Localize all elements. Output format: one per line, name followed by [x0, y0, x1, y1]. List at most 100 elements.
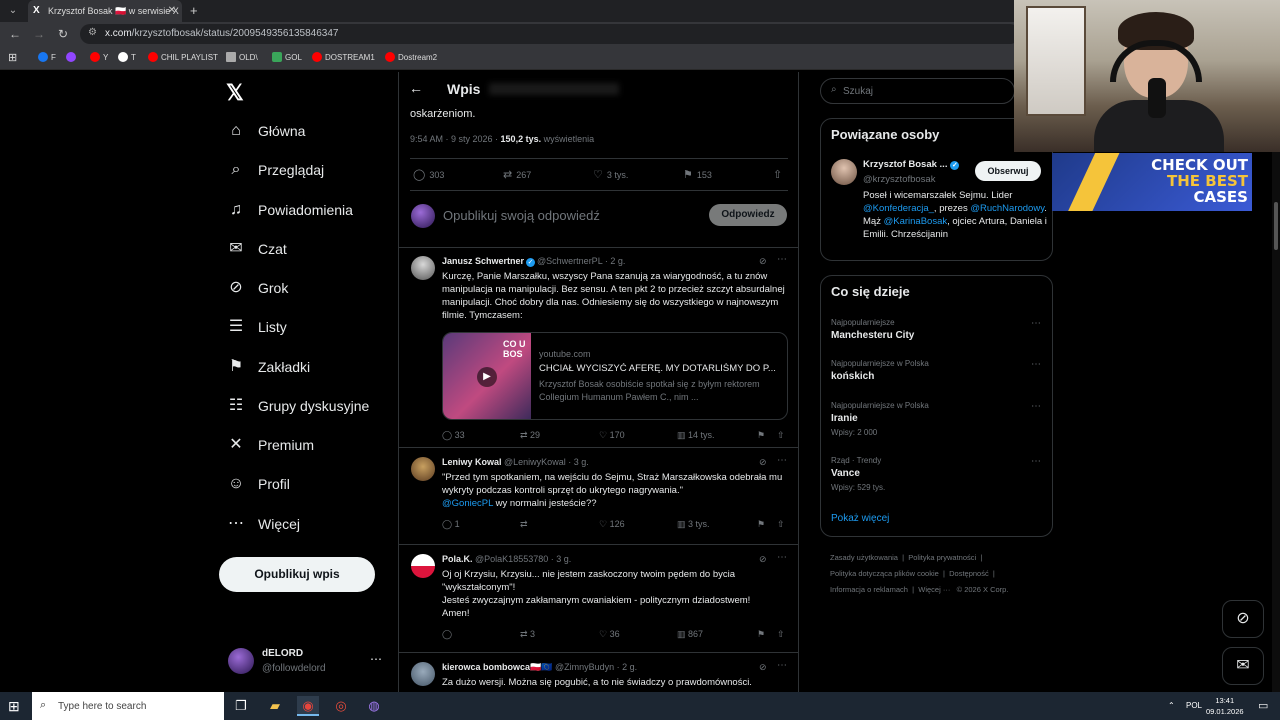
close-tab-icon[interactable]: ✕ — [168, 0, 176, 22]
mention-link[interactable]: @KarinaBosak — [884, 216, 948, 227]
more-icon[interactable]: ⋯ — [370, 652, 382, 666]
app-icon[interactable]: ◍ — [363, 696, 385, 716]
more-icon[interactable]: ⋯ — [1031, 318, 1041, 329]
like-action[interactable]: ♡ 3 tys. — [593, 168, 628, 181]
reply-button[interactable]: Odpowiedz — [709, 204, 787, 226]
browser-tab[interactable]: X Krzysztof Bosak 🇵🇱 w serwisie X ✕ — [28, 0, 182, 22]
trend-item[interactable]: Najpopularniejsze w Polska Iranie Wpisy: 2… — [831, 401, 1046, 437]
reload-icon[interactable]: ↻ — [54, 25, 72, 43]
grok-icon[interactable]: ⊘ — [759, 457, 767, 468]
share-icon[interactable]: ⇧ — [777, 430, 785, 441]
repost-action[interactable]: ⇄ 267 — [503, 168, 531, 181]
account-switcher[interactable]: dELORD @followdelord ⋯ — [226, 646, 386, 680]
reply-composer[interactable]: Opublikuj swoją odpowiedź — [443, 208, 600, 223]
bookmark-gol[interactable]: GOL — [272, 46, 302, 70]
clock[interactable]: 13:41 09.01.2026 — [1206, 695, 1244, 717]
promo-banner[interactable]: CHECK OUT THE BEST CASES — [1052, 153, 1252, 211]
repost-action[interactable]: ⇄ 3 — [520, 629, 535, 640]
back-arrow-icon[interactable]: ← — [409, 80, 423, 96]
reply-action[interactable]: ◯ 33 — [442, 430, 465, 441]
x-logo-icon[interactable]: 𝕏 — [226, 80, 244, 106]
grok-icon[interactable]: ⊘ — [759, 662, 767, 673]
search-box[interactable]: ⌕ — [820, 78, 1015, 104]
forward-icon[interactable]: → — [30, 25, 48, 43]
repost-action[interactable]: ⇄ — [520, 519, 528, 530]
more-icon[interactable]: ⋯ — [777, 660, 787, 671]
reply-action[interactable]: ◯ — [442, 629, 452, 640]
mention-link[interactable]: @RuchNarodowy — [970, 203, 1044, 214]
more-icon[interactable]: ⋯ — [1031, 359, 1041, 370]
more-icon[interactable]: ⋯ — [777, 552, 787, 563]
bookmark-dostream2[interactable]: Dostream2 — [385, 46, 437, 70]
scrollbar[interactable] — [1272, 152, 1280, 692]
trend-item[interactable]: Najpopularniejsze Manchesteru City ⋯ — [831, 318, 1046, 341]
like-action[interactable]: ♡ 170 — [599, 430, 625, 441]
app-icon[interactable]: ◎ — [330, 696, 352, 716]
messages-icon[interactable]: ✉ — [1222, 647, 1264, 685]
tab-search-icon[interactable]: ⌄ — [4, 2, 22, 20]
share-action[interactable]: ⇧ — [773, 168, 786, 181]
nav-item-8[interactable]: ✕ Premium — [226, 431, 314, 459]
bookmark-y[interactable]: Y — [90, 46, 108, 70]
grok-icon[interactable]: ⊘ — [1222, 600, 1264, 638]
post-button[interactable]: Opublikuj wpis — [219, 557, 375, 592]
views-action[interactable]: ▥ 867 — [677, 629, 703, 640]
show-more-link[interactable]: Pokaż więcej — [831, 513, 889, 524]
grok-icon[interactable]: ⊘ — [759, 256, 767, 267]
views-action[interactable]: ▥ 3 tys. — [677, 519, 710, 530]
tray-chevron-icon[interactable]: ⌃ — [1168, 692, 1175, 720]
task-view-icon[interactable]: ❐ — [230, 696, 252, 716]
bookmark-twitch[interactable] — [66, 46, 79, 70]
address-bar[interactable]: ⚙ x.com/krzysztofbosak/status/2009549356… — [80, 24, 1020, 44]
language-indicator[interactable]: POL — [1186, 692, 1202, 720]
bookmark-icon[interactable]: ⚑ — [757, 519, 765, 530]
nav-item-9[interactable]: ☺ Profil — [226, 470, 290, 498]
views-action[interactable]: ▥ 14 tys. — [677, 430, 715, 441]
more-icon[interactable]: ⋯ — [1031, 401, 1041, 412]
nav-item-3[interactable]: ✉ Czat — [226, 235, 287, 263]
notifications-icon[interactable]: ▭ — [1258, 692, 1268, 720]
bookmark-action[interactable]: ⚑ 153 — [683, 168, 712, 181]
windows-start-icon[interactable]: ⊞ — [8, 698, 20, 715]
bookmark-dostream1[interactable]: DOSTREAM1 — [312, 46, 375, 70]
trend-item[interactable]: Najpopularniejsze w Polska końskich ⋯ — [831, 359, 1046, 382]
more-icon[interactable]: ⋯ — [777, 254, 787, 265]
search-input[interactable] — [843, 82, 1003, 100]
nav-item-10[interactable]: ⋯ Więcej — [226, 510, 300, 538]
reply-tweet[interactable]: Janusz Schwertner ✓ @SchwertnerPL · 2 g. ⊘… — [399, 248, 798, 448]
more-icon[interactable]: ⋯ — [777, 455, 787, 466]
bookmark-chil-playlist[interactable]: CHIL PLAYLIST — [148, 46, 218, 70]
like-action[interactable]: ♡ 36 — [599, 629, 620, 640]
avatar[interactable] — [831, 159, 857, 185]
mention-link[interactable]: @GoniecPL — [442, 498, 493, 509]
bookmark-f[interactable]: F — [38, 46, 56, 70]
back-icon[interactable]: ← — [6, 25, 24, 43]
bookmark-icon[interactable]: ⚑ — [757, 430, 765, 441]
reply-tweet[interactable]: Pola.K. @PolaK18553780 · 3 g. ⊘ ⋯ Oj oj … — [399, 546, 798, 653]
repost-action[interactable]: ⇄ 29 — [520, 430, 540, 441]
related-name[interactable]: Krzysztof Bosak ... ✓ — [863, 159, 960, 170]
grok-icon[interactable]: ⊘ — [759, 554, 767, 565]
reply-tweet[interactable]: Leniwy Kowal @LeniwyKowal · 3 g. ⊘ ⋯ "Pr… — [399, 449, 798, 545]
apps-icon[interactable]: ⊞ — [8, 46, 17, 70]
reply-action[interactable]: ◯ 1 — [442, 519, 460, 530]
bookmark-folder-old[interactable]: OLD\ — [226, 46, 258, 70]
link-card[interactable]: CO U BOS ▶ youtube.com CHCIAŁ WYCISZYĆ A… — [442, 332, 788, 420]
bookmark-t[interactable]: T — [118, 46, 136, 70]
nav-item-1[interactable]: ⌕ Przeglądaj — [226, 156, 325, 184]
site-info-icon[interactable]: ⚙ — [88, 27, 97, 38]
nav-item-6[interactable]: ⚑ Zakładki — [226, 353, 310, 381]
bookmark-icon[interactable]: ⚑ — [757, 629, 765, 640]
post-timeline[interactable]: oskarżeniom. 9:54 AM · 9 sty 2026 · 150,… — [398, 72, 799, 692]
taskbar-search-input[interactable] — [58, 697, 218, 715]
mention-link[interactable]: @Konfederacja_ — [863, 203, 934, 214]
taskbar-search[interactable]: ⌕ — [32, 692, 224, 720]
new-tab-icon[interactable]: + — [190, 0, 198, 22]
reply-action[interactable]: ◯ 303 — [413, 168, 444, 181]
more-icon[interactable]: ⋯ — [1031, 456, 1041, 467]
chrome-icon[interactable]: ◉ — [297, 696, 319, 716]
like-action[interactable]: ♡ 126 — [599, 519, 625, 530]
reply-tweet[interactable]: kierowca bombowca🇵🇱🇪🇺 @ZimnyBudyn · 2 g.… — [399, 654, 798, 692]
trend-item[interactable]: Rząd · Trendy Vance Wpisy: 529 tys. ⋯ — [831, 456, 1046, 492]
nav-item-0[interactable]: ⌂ Główna — [226, 117, 305, 145]
